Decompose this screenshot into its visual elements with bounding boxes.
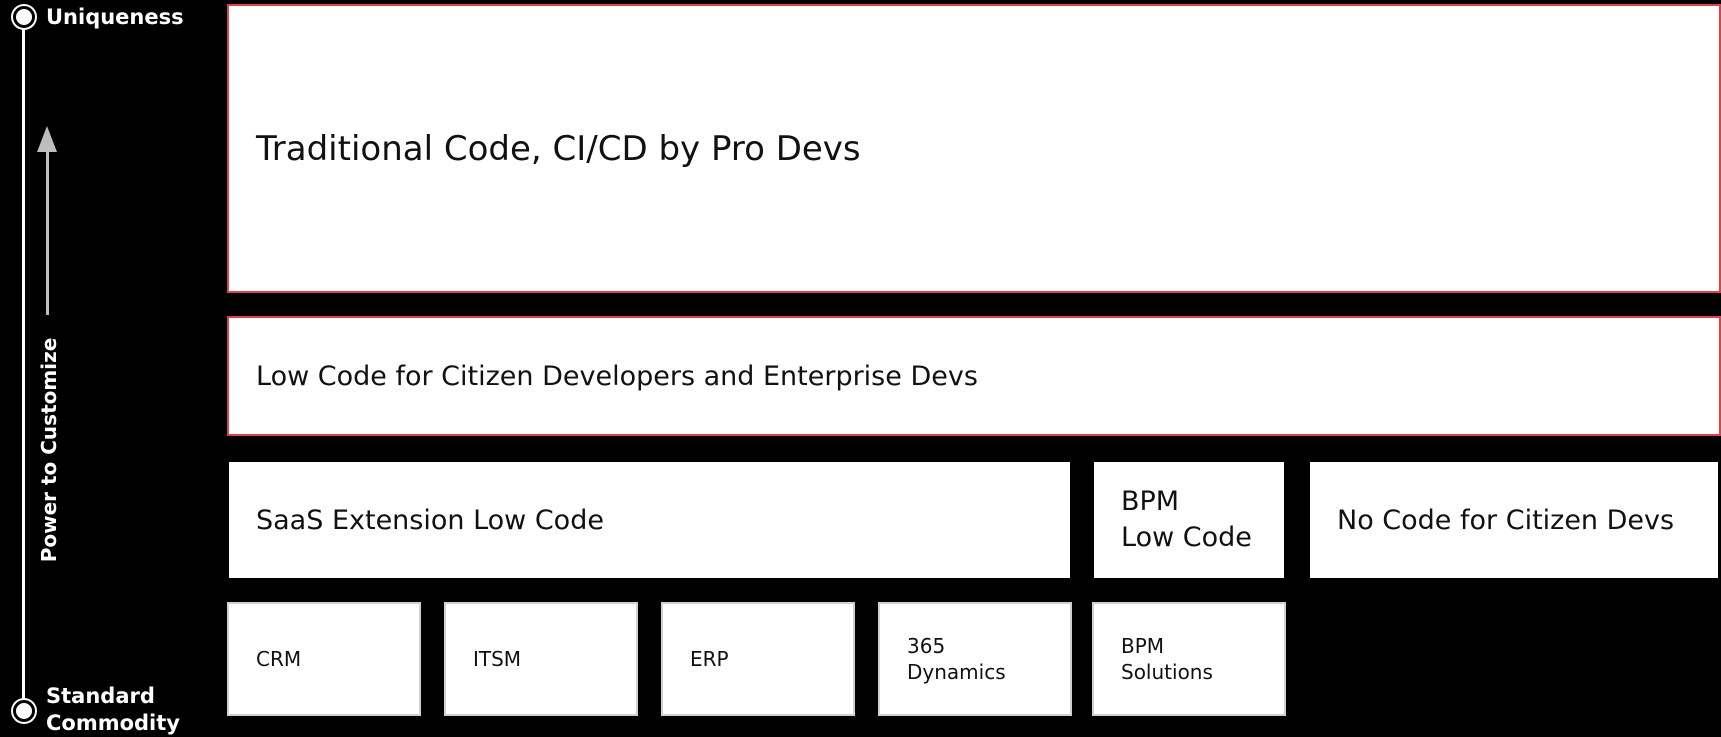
bpm-low-code-box: BPM Low Code: [1094, 462, 1284, 578]
foundation-label: 365 Dynamics: [907, 634, 1006, 684]
foundation-label: BPM Solutions: [1121, 634, 1213, 684]
no-code-label: No Code for Citizen Devs: [1337, 504, 1675, 536]
foundation-label: ERP: [690, 647, 729, 671]
axis-top-marker: [13, 6, 35, 28]
axis-line: [22, 16, 25, 710]
no-code-box: No Code for Citizen Devs: [1310, 462, 1718, 578]
axis-top-label: Uniqueness: [46, 5, 184, 29]
saas-extension-box: SaaS Extension Low Code: [229, 462, 1070, 578]
low-code-layer: Low Code for Citizen Developers and Ente…: [227, 316, 1721, 436]
foundation-label: CRM: [256, 647, 302, 671]
foundation-box-erp: ERP: [661, 602, 855, 716]
foundation-box-itsm: ITSM: [444, 602, 638, 716]
foundation-box-365-dynamics: 365 Dynamics: [878, 602, 1072, 716]
saas-extension-label: SaaS Extension Low Code: [256, 504, 604, 536]
bpm-low-code-label: BPM Low Code: [1121, 486, 1252, 553]
foundation-box-bpm-solutions: BPM Solutions: [1092, 602, 1286, 716]
traditional-code-layer: Traditional Code, CI/CD by Pro Devs: [227, 4, 1721, 293]
power-to-customize-label: Power to Customize: [37, 337, 61, 563]
arrow-shaft: [46, 150, 49, 315]
traditional-code-label: Traditional Code, CI/CD by Pro Devs: [256, 128, 861, 169]
foundation-label: ITSM: [473, 647, 522, 671]
axis-bottom-label: Standard Commodity: [46, 684, 180, 735]
arrow-up-icon: [37, 126, 57, 152]
low-code-label: Low Code for Citizen Developers and Ente…: [256, 360, 978, 392]
foundation-box-crm: CRM: [227, 602, 421, 716]
axis-bottom-marker: [13, 700, 35, 722]
